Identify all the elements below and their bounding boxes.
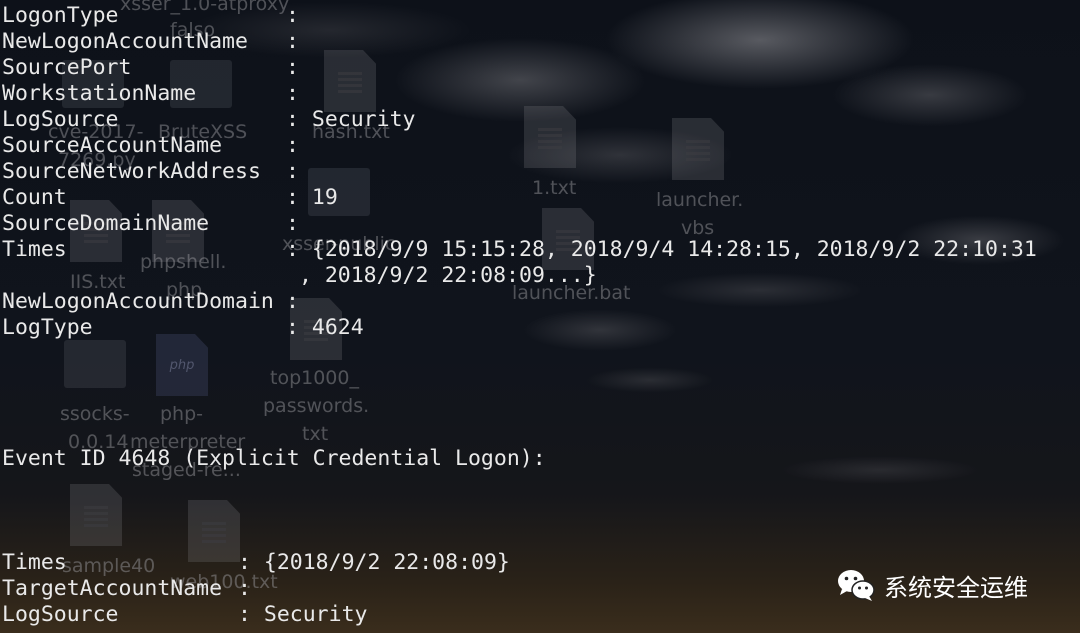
terminal-line: LogonType: <box>2 3 312 29</box>
field-separator: : <box>286 315 299 340</box>
field-value: {2018/9/2 22:08:09} <box>263 550 510 575</box>
terminal-line: NewLogonAccountName: <box>2 29 312 55</box>
terminal-line: Times: {2018/9/2 22:08:09} <box>2 550 510 576</box>
field-separator: : <box>238 550 251 575</box>
field-key: Times <box>2 550 67 575</box>
field-key: Times <box>2 237 67 262</box>
field-separator: : <box>238 602 251 627</box>
terminal-line: LogSource: Security <box>2 107 415 133</box>
field-key: LogSource <box>2 602 119 627</box>
event-heading: Event ID 4648 (Explicit Credential Logon… <box>2 446 546 471</box>
field-value: Security <box>263 602 368 627</box>
terminal-line: NewLogonAccountDomain: <box>2 289 312 315</box>
terminal-line: SourcePort: <box>2 55 312 81</box>
field-key: LogSource <box>2 107 119 132</box>
desktop-background: xsser_1.0-atproxy falso cve-2017- 7269.p… <box>0 0 1080 633</box>
wechat-icon <box>838 570 875 601</box>
terminal-line: LogType: 4624 <box>2 315 364 341</box>
terminal-line: SourceDomainName: <box>2 211 312 237</box>
field-key: LogonType <box>2 3 119 28</box>
watermark: 系统安全运维 <box>836 565 1028 605</box>
field-separator: : <box>286 81 299 106</box>
field-key: SourceDomainName <box>2 211 210 236</box>
field-separator: : <box>286 237 299 262</box>
field-key: SourceAccountName <box>2 133 223 158</box>
watermark-text: 系统安全运维 <box>884 573 1028 602</box>
terminal-line: , 2018/9/2 22:08:09...} <box>2 263 597 289</box>
field-separator: : <box>286 3 299 28</box>
field-key: LogType <box>2 315 93 340</box>
field-separator: : <box>286 107 299 132</box>
terminal-output[interactable]: LogonType: NewLogonAccountName: SourcePo… <box>0 0 1080 633</box>
field-value: 19 <box>311 185 338 210</box>
terminal-line: Count: 19 <box>2 185 338 211</box>
field-separator: : <box>286 133 299 158</box>
field-key: NewLogonAccountDomain <box>2 289 274 314</box>
field-key: SourceNetworkAddress <box>2 159 261 184</box>
field-separator: : <box>286 159 299 184</box>
field-separator: : <box>238 576 251 601</box>
field-key: WorkstationName <box>2 81 197 106</box>
field-separator: : <box>286 211 299 236</box>
field-value: , 2018/9/2 22:08:09...} <box>298 263 597 288</box>
field-key: TargetAccountName <box>2 576 223 601</box>
terminal-line: SourceAccountName: <box>2 133 312 159</box>
field-value: {2018/9/9 15:15:28, 2018/9/4 14:28:15, 2… <box>311 237 1037 262</box>
terminal-line: TargetAccountName: <box>2 576 264 602</box>
field-separator: : <box>286 289 299 314</box>
terminal-line: Times: {2018/9/9 15:15:28, 2018/9/4 14:2… <box>2 237 1037 263</box>
field-key: NewLogonAccountName <box>2 29 248 54</box>
field-separator: : <box>286 185 299 210</box>
field-key: Count <box>2 185 67 210</box>
terminal-line: SourceNetworkAddress: <box>2 159 312 185</box>
terminal-line: LogSource: Security <box>2 602 367 628</box>
field-value: Security <box>311 107 416 132</box>
field-value: 4624 <box>311 315 364 340</box>
terminal-line: WorkstationName: <box>2 81 312 107</box>
field-separator: : <box>286 55 299 80</box>
field-separator: : <box>286 29 299 54</box>
field-key: SourcePort <box>2 55 132 80</box>
